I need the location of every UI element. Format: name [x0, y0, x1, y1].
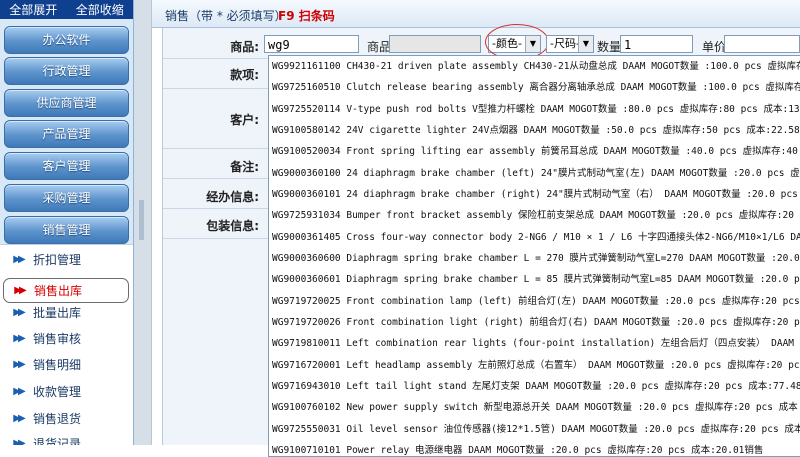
list-item[interactable]: WG9725520114 V-type push rod bolts V型推力杆… — [269, 99, 800, 120]
form-titlebar: 销售（带 * 必须填写） F9 扫条码 — [152, 0, 800, 28]
sidebar: 全部展开 全部收缩 办公软件 行政管理 供应商管理 产品管理 客户管理 采购管理… — [0, 0, 134, 445]
double-arrow-icon: ▶▶ — [13, 386, 25, 397]
sidebar-item-sales-review[interactable]: ▶▶ 销售审核 — [3, 327, 127, 350]
size-select[interactable]: -尺码- ▼ — [546, 35, 594, 53]
page-title: 销售（带 * 必须填写） — [165, 9, 287, 23]
double-arrow-icon: ▶▶ — [13, 359, 25, 370]
double-arrow-icon: ▶▶ — [14, 285, 26, 296]
menu-group-sales[interactable]: 销售管理 — [4, 216, 129, 244]
sidebar-item-sales-outbound[interactable]: ▶▶ 销售出库 — [3, 278, 129, 303]
double-arrow-icon: ▶▶ — [13, 254, 25, 265]
sidebar-item-label: 销售明细 — [33, 358, 82, 372]
menu-group-supplier[interactable]: 供应商管理 — [4, 89, 129, 117]
list-item[interactable]: WG9719720026 Front combination light (ri… — [269, 312, 800, 333]
list-item[interactable]: WG9100760102 New power supply switch 新型电… — [269, 397, 800, 418]
sidebar-item-sales-return[interactable]: ▶▶ 销售退货 — [3, 407, 127, 430]
scan-barcode-hint: F9 扫条码 — [278, 9, 335, 23]
list-item[interactable]: WG9719810011 Left combination rear light… — [269, 333, 800, 354]
product-name-field — [389, 35, 481, 53]
quantity-label: 数量 — [597, 40, 622, 54]
menu-group-purchase[interactable]: 采购管理 — [4, 184, 129, 212]
sidebar-item-label: 折扣管理 — [33, 253, 82, 267]
package-label: 包装信息: — [206, 219, 259, 233]
list-item[interactable]: WG9000361405 Cross four-way connector bo… — [269, 227, 800, 248]
menu-group-product[interactable]: 产品管理 — [4, 120, 129, 148]
product-search-input[interactable]: wg9 — [264, 35, 359, 53]
unit-price-field[interactable] — [724, 35, 800, 53]
double-arrow-icon: ▶▶ — [13, 333, 25, 344]
sidebar-splitter[interactable] — [134, 0, 152, 445]
customer-label: 客户: — [230, 113, 259, 127]
sidebar-item-label: 批量出库 — [33, 306, 82, 320]
double-arrow-icon: ▶▶ — [13, 307, 25, 318]
collapse-all-link[interactable]: 全部收缩 — [76, 1, 124, 18]
list-item[interactable]: WG9000360601 Diaphragm spring brake cham… — [269, 269, 800, 290]
payment-label: 款项: — [230, 68, 259, 82]
list-item[interactable]: WG9725550031 Oil level sensor 油位传感器(接12*… — [269, 419, 800, 440]
list-item[interactable]: WG9000360101 24 diaphragm brake chamber … — [269, 184, 800, 205]
handler-label: 经办信息: — [206, 190, 259, 204]
list-item[interactable]: WG9725931034 Bumper front bracket assemb… — [269, 205, 800, 226]
sidebar-item-label: 销售审核 — [33, 332, 82, 346]
list-item[interactable]: WG9000360100 24 diaphragm brake chamber … — [269, 163, 800, 184]
list-item[interactable]: WG9719720025 Front combination lamp (lef… — [269, 291, 800, 312]
product-autocomplete-list: WG9921161100 CH430-21 driven plate assem… — [268, 55, 800, 457]
quantity-field[interactable]: 1 — [620, 35, 693, 53]
expand-all-link[interactable]: 全部展开 — [9, 1, 57, 18]
sidebar-toolbar: 全部展开 全部收缩 — [0, 0, 133, 19]
double-arrow-icon: ▶▶ — [13, 413, 25, 424]
sidebar-item-payment[interactable]: ▶▶ 收款管理 — [3, 380, 127, 403]
product-name-label: 商品 — [367, 40, 392, 54]
sidebar-item-discount[interactable]: ▶▶ 折扣管理 — [3, 248, 127, 271]
remark-label: 备注: — [230, 160, 259, 174]
sidebar-item-label: 收款管理 — [33, 385, 82, 399]
size-select-value: -尺码- — [550, 37, 580, 50]
double-arrow-icon: ▶▶ — [13, 438, 25, 445]
sidebar-item-label: 退货记录 — [33, 437, 82, 445]
chevron-down-icon[interactable]: ▼ — [578, 36, 593, 52]
unit-price-label: 单价 — [702, 40, 727, 54]
list-item[interactable]: WG9716720001 Left headlamp assembly 左前照灯… — [269, 355, 800, 376]
sidebar-item-return-records[interactable]: ▶▶ 退货记录 — [3, 432, 127, 445]
sidebar-item-label: 销售退货 — [33, 412, 82, 426]
list-item[interactable]: WG9716943010 Left tail light stand 左尾灯支架… — [269, 376, 800, 397]
splitter-handle[interactable] — [139, 200, 144, 240]
menu-group-office[interactable]: 办公软件 — [4, 26, 129, 54]
sales-submenu: ▶▶ 折扣管理 ▶▶ 销售出库 ▶▶ 批量出库 ▶▶ 销售审核 ▶▶ 销售明细 … — [0, 244, 133, 445]
menu-group-customer[interactable]: 客户管理 — [4, 152, 129, 180]
list-item[interactable]: WG9100710101 Power relay 电源继电器 DAAM MOGO… — [269, 440, 800, 456]
list-item[interactable]: WG9100520034 Front spring lifting ear as… — [269, 141, 800, 162]
list-item[interactable]: WG9000360600 Diaphragm spring brake cham… — [269, 248, 800, 269]
sidebar-item-label: 销售出库 — [34, 284, 83, 298]
sidebar-item-batch-outbound[interactable]: ▶▶ 批量出库 — [3, 301, 127, 324]
product-label: 商品: — [230, 40, 259, 54]
list-item[interactable]: WG9100580142 24V cigarette lighter 24V点烟… — [269, 120, 800, 141]
sidebar-item-sales-detail[interactable]: ▶▶ 销售明细 — [3, 353, 127, 376]
list-item[interactable]: WG9725160510 Clutch release bearing asse… — [269, 77, 800, 98]
list-item[interactable]: WG9921161100 CH430-21 driven plate assem… — [269, 56, 800, 77]
menu-group-admin[interactable]: 行政管理 — [4, 57, 129, 85]
